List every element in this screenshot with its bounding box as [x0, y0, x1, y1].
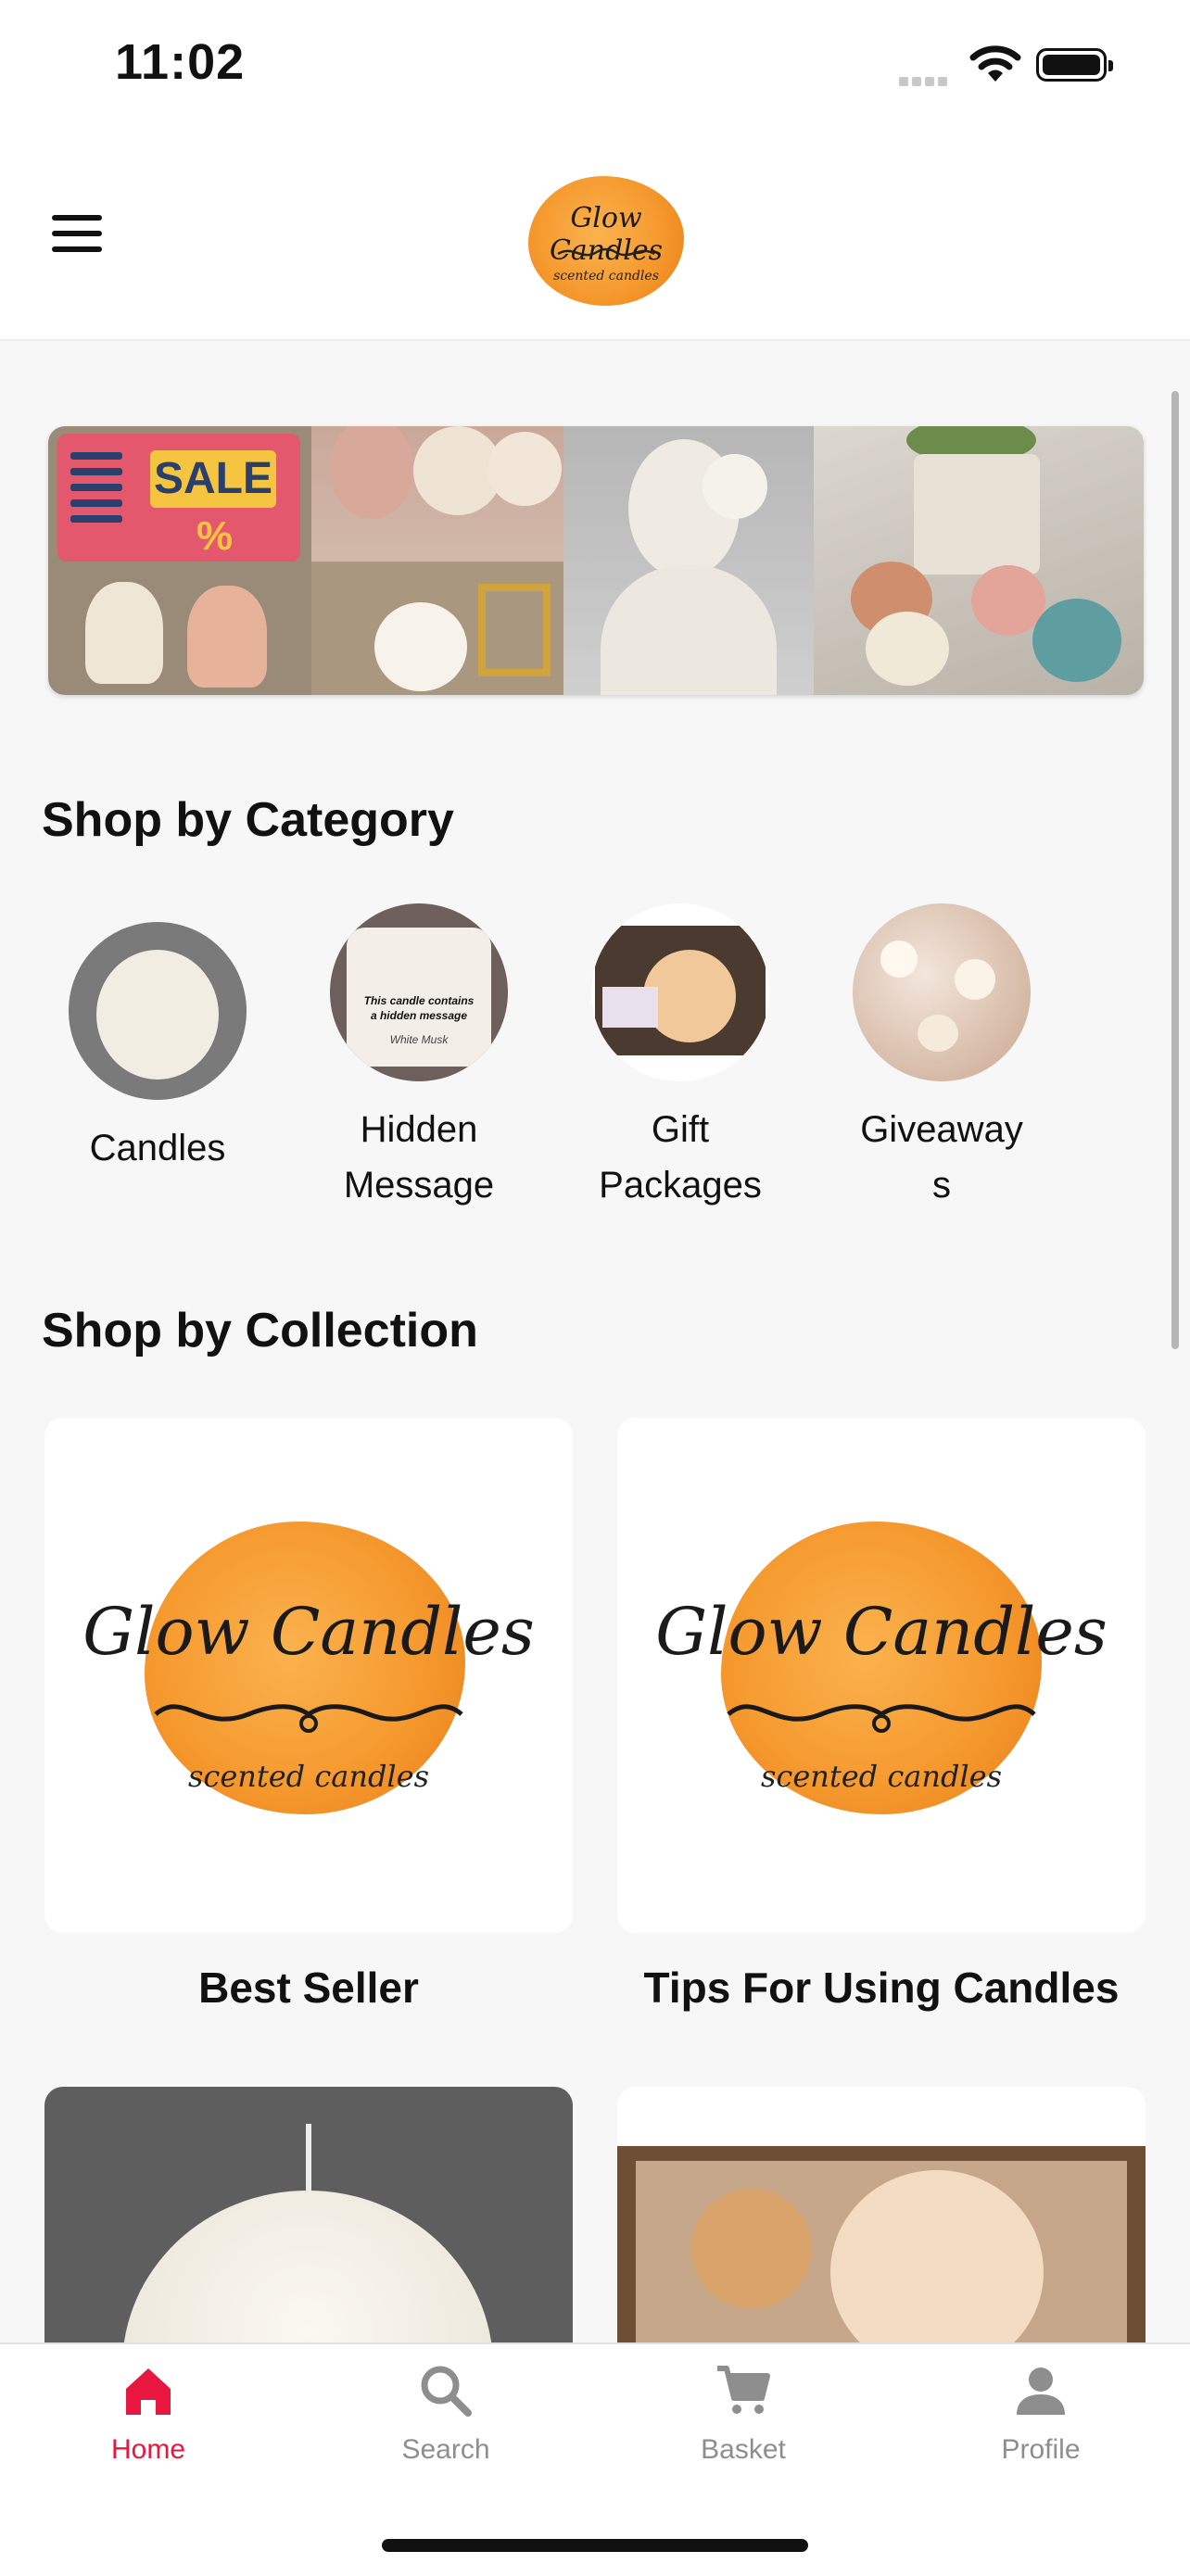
- banner-candles-panel: [311, 426, 563, 695]
- tab-label: Home: [110, 2434, 186, 2465]
- collection-tips-for-using-candles[interactable]: Glow Candles scented candles: [617, 1418, 1146, 1933]
- category-candles[interactable]: Candles: [56, 903, 260, 1176]
- tab-label: Basket: [701, 2434, 786, 2465]
- collection-label[interactable]: Tips For Using Candles: [617, 1963, 1146, 2013]
- tab-profile[interactable]: Profile: [939, 2361, 1143, 2466]
- hidden-message-thumb-text: This candle contains: [363, 994, 475, 1007]
- category-label-line: Giveaway: [860, 1109, 1023, 1150]
- home-icon: [126, 2368, 171, 2415]
- logo-subtitle: scented candles: [553, 269, 659, 284]
- banner-bust-panel: [563, 426, 814, 695]
- home-indicator[interactable]: [382, 2539, 808, 2552]
- category-label: Candles: [89, 1128, 226, 1168]
- category-hidden-message[interactable]: This candle contains a hidden message Wh…: [317, 903, 521, 1213]
- brand-logo[interactable]: Glow Candles scented candles: [528, 176, 684, 306]
- category-label-line: s: [932, 1165, 951, 1206]
- category-label: Gift Packages: [578, 1102, 782, 1213]
- status-time: 11:02: [115, 34, 246, 90]
- category-section-title: Shop by Category: [42, 793, 454, 847]
- logo-subtitle: scented candles: [187, 1759, 430, 1794]
- tab-home[interactable]: Home: [46, 2361, 250, 2466]
- category-giveaways[interactable]: Giveaway s: [840, 903, 1044, 1213]
- logo-title: Glow Candles: [82, 1594, 535, 1670]
- banner-sale-panel: SALE %: [48, 426, 311, 695]
- vertical-scrollbar[interactable]: [1171, 391, 1179, 1349]
- app-header: Glow Candles scented candles: [0, 139, 1190, 341]
- category-label-line: Packages: [599, 1165, 762, 1206]
- wifi-icon: [969, 45, 1021, 82]
- sale-ticket-icon: SALE %: [57, 434, 300, 562]
- sale-percent: %: [196, 513, 234, 559]
- sale-label: SALE: [150, 450, 276, 508]
- logo-subtitle: scented candles: [760, 1759, 1003, 1794]
- category-thumb: [591, 903, 769, 1081]
- category-label: Hidden Message: [317, 1102, 521, 1213]
- hidden-message-thumb-text: White Musk: [389, 1033, 449, 1046]
- hamburger-menu-icon[interactable]: [52, 215, 102, 252]
- battery-icon: [1036, 48, 1113, 82]
- category-gift-packages[interactable]: Gift Packages: [578, 903, 782, 1213]
- cellular-signal-icon: [899, 74, 951, 91]
- category-thumb: [853, 903, 1031, 1081]
- status-bar: 11:02: [0, 0, 1190, 139]
- logo-flourish-icon: [154, 1704, 463, 1733]
- banner-knot-candles-panel: [814, 426, 1144, 695]
- person-icon: [1017, 2368, 1065, 2415]
- search-icon: [421, 2366, 472, 2417]
- hidden-message-thumb-text: a hidden message: [370, 1009, 468, 1022]
- logo-flourish-icon: [557, 247, 655, 257]
- category-thumb: [69, 922, 247, 1100]
- logo-title: Glow Candles: [655, 1594, 1108, 1670]
- tab-basket[interactable]: Basket: [641, 2361, 845, 2466]
- category-label-line: Hidden: [360, 1109, 478, 1150]
- tab-label: Search: [401, 2434, 490, 2465]
- collection-best-seller[interactable]: Glow Candles scented candles: [44, 1418, 573, 1933]
- category-thumb: This candle contains a hidden message Wh…: [330, 903, 508, 1081]
- cart-icon: [717, 2366, 770, 2414]
- collection-section-title: Shop by Collection: [42, 1304, 478, 1357]
- category-label-line: Gift: [651, 1109, 710, 1150]
- promo-banner[interactable]: SALE %: [48, 426, 1144, 695]
- category-label-line: Message: [343, 1165, 495, 1206]
- tab-label: Profile: [1001, 2434, 1081, 2465]
- tab-search[interactable]: Search: [344, 2361, 548, 2466]
- collection-label[interactable]: Best Seller: [44, 1963, 573, 2013]
- category-label: Giveaway s: [840, 1102, 1044, 1213]
- logo-flourish-icon: [727, 1704, 1036, 1733]
